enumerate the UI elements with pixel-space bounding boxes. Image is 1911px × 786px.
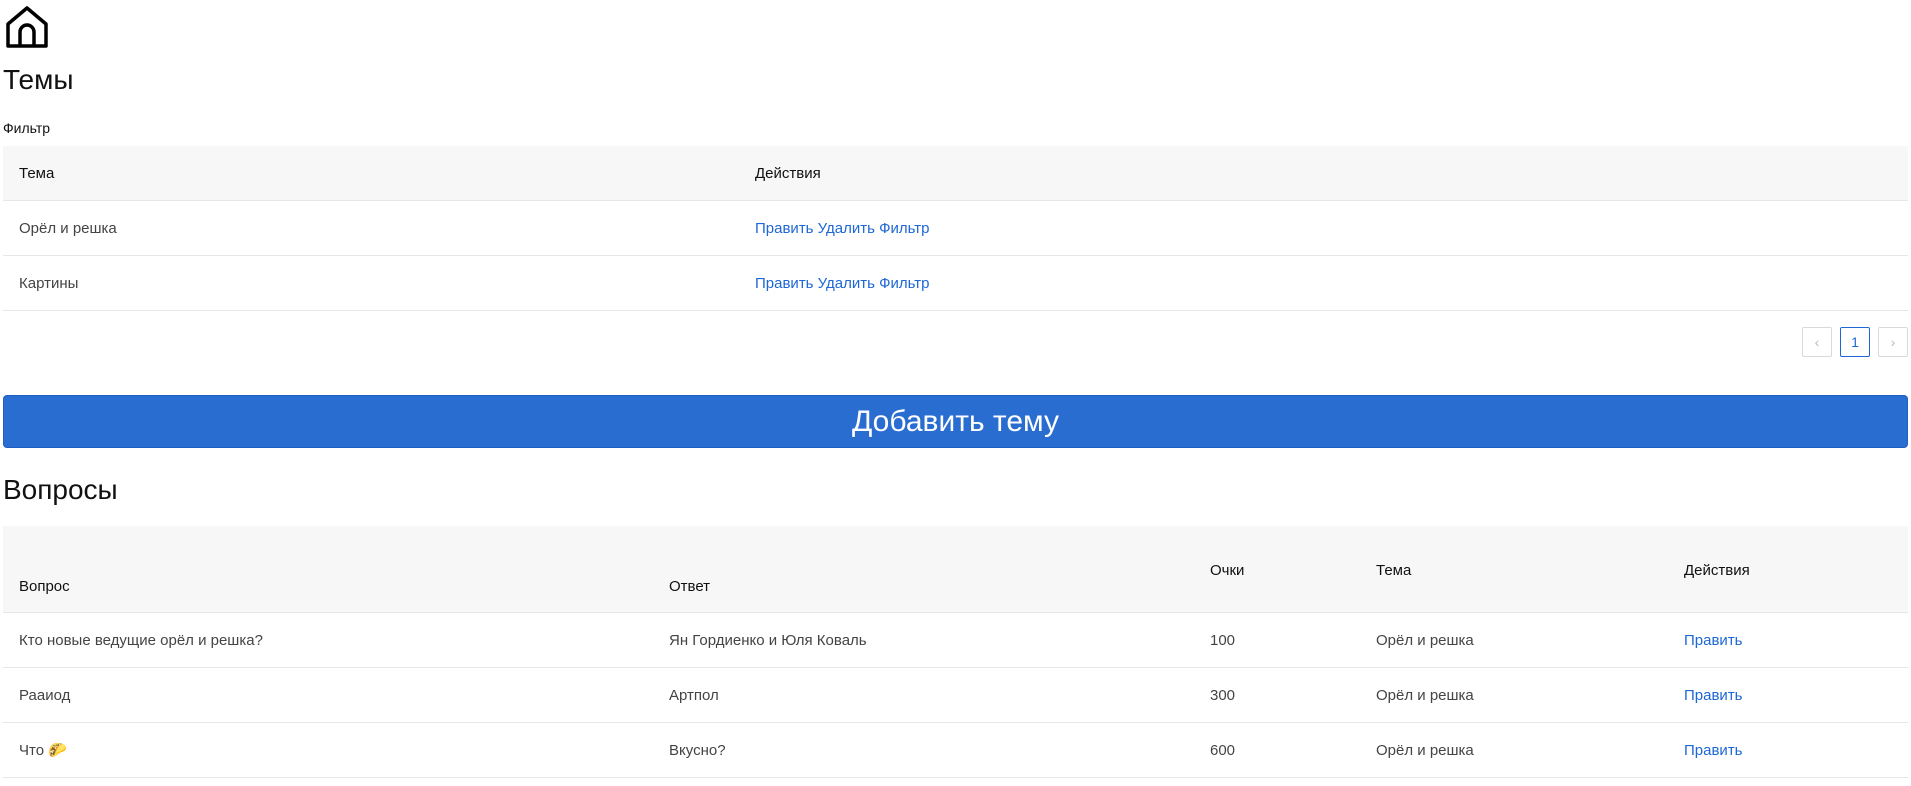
- column-header-topic: Тема: [1360, 526, 1668, 613]
- actions-cell: Править Удалить Фильтр: [739, 255, 1908, 311]
- questions-table: Вопрос Ответ Очки Тема Действия Кто новы…: [3, 526, 1908, 778]
- prev-page-button[interactable]: ‹: [1802, 327, 1832, 357]
- home-icon[interactable]: [4, 4, 50, 50]
- next-page-button[interactable]: ›: [1878, 327, 1908, 357]
- points-cell: 600: [1194, 722, 1360, 778]
- table-row: Орёл и решка Править Удалить Фильтр: [3, 200, 1908, 256]
- topics-title: Темы: [3, 64, 74, 95]
- column-header-actions: Действия: [1668, 526, 1908, 613]
- column-header-question: Вопрос: [3, 526, 653, 613]
- edit-link[interactable]: Править: [1684, 687, 1743, 704]
- actions-cell: Править: [1668, 722, 1908, 778]
- edit-link[interactable]: Править: [755, 220, 814, 237]
- column-header-points: Очки: [1194, 526, 1360, 613]
- answer-cell: Вкусно?: [653, 722, 1194, 778]
- pagination: ‹ 1 ›: [1802, 327, 1908, 357]
- edit-link[interactable]: Править: [755, 275, 814, 292]
- question-cell: Рааиод: [3, 667, 653, 723]
- page-1-button[interactable]: 1: [1840, 327, 1870, 357]
- points-cell: 300: [1194, 667, 1360, 723]
- topic-cell: Картины: [3, 255, 739, 311]
- column-header-topic: Тема: [3, 146, 739, 201]
- table-row: Что 🌮 Вкусно? 600 Орёл и решка Править: [3, 722, 1908, 778]
- table-header-row: Тема Действия: [3, 146, 1908, 201]
- topic-cell: Орёл и решка: [1360, 667, 1668, 723]
- column-header-answer: Ответ: [653, 526, 1194, 613]
- points-cell: 100: [1194, 612, 1360, 668]
- actions-cell: Править Удалить Фильтр: [739, 200, 1908, 256]
- filter-link[interactable]: Фильтр: [879, 275, 929, 292]
- filter-label: Фильтр: [3, 120, 51, 136]
- table-row: Рааиод Артпол 300 Орёл и решка Править: [3, 667, 1908, 723]
- answer-cell: Ян Гордиенко и Юля Коваль: [653, 612, 1194, 668]
- questions-title: Вопросы: [3, 474, 118, 505]
- delete-link[interactable]: Удалить: [818, 275, 875, 292]
- topic-cell: Орёл и решка: [1360, 722, 1668, 778]
- table-header-row: Вопрос Ответ Очки Тема Действия: [3, 526, 1908, 613]
- table-row: Кто новые ведущие орёл и решка? Ян Горди…: [3, 612, 1908, 668]
- topic-cell: Орёл и решка: [1360, 612, 1668, 668]
- edit-link[interactable]: Править: [1684, 632, 1743, 649]
- edit-link[interactable]: Править: [1684, 742, 1743, 759]
- actions-cell: Править: [1668, 612, 1908, 668]
- topic-cell: Орёл и решка: [3, 200, 739, 256]
- add-topic-button[interactable]: Добавить тему: [3, 395, 1908, 448]
- question-cell: Кто новые ведущие орёл и решка?: [3, 612, 653, 668]
- table-row: Картины Править Удалить Фильтр: [3, 255, 1908, 311]
- column-header-actions: Действия: [739, 146, 1908, 201]
- topics-table: Тема Действия Орёл и решка Править Удали…: [3, 146, 1908, 311]
- filter-link[interactable]: Фильтр: [879, 220, 929, 237]
- delete-link[interactable]: Удалить: [818, 220, 875, 237]
- answer-cell: Артпол: [653, 667, 1194, 723]
- question-cell: Что 🌮: [3, 722, 653, 778]
- actions-cell: Править: [1668, 667, 1908, 723]
